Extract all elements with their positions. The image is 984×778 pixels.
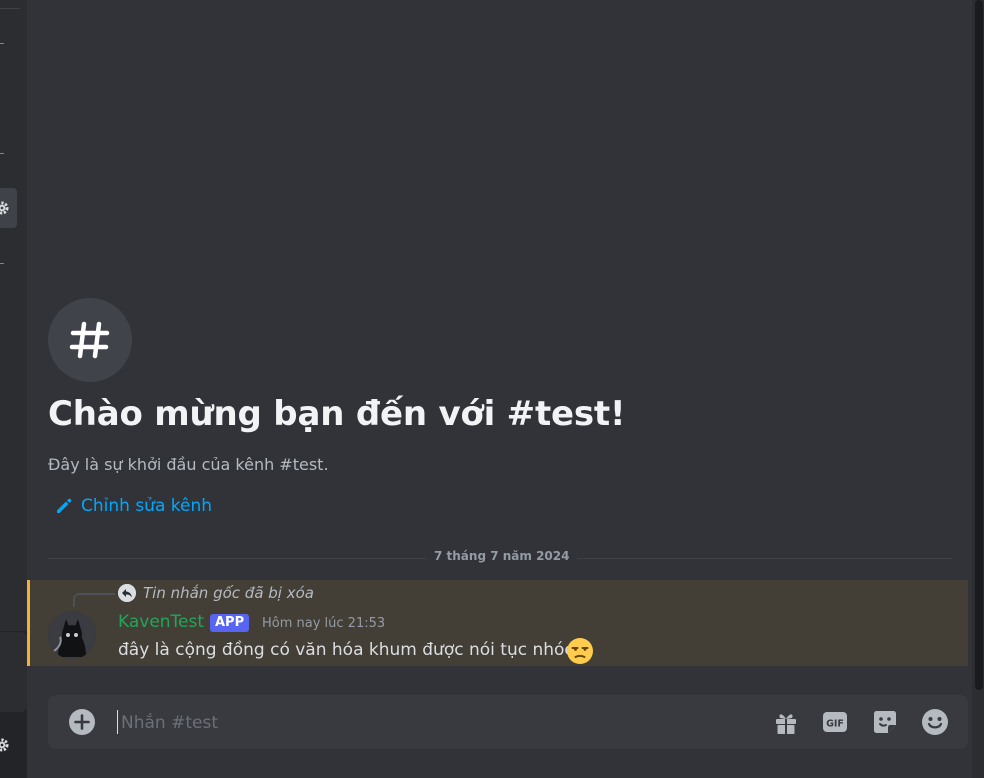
channel-welcome-subtitle: Đây là sự khởi đầu của kênh #test. xyxy=(48,455,329,474)
hash-icon xyxy=(69,321,110,359)
unamused-face-emoji xyxy=(567,638,593,664)
gif-label: GIF xyxy=(826,719,844,730)
pencil-icon xyxy=(57,498,72,513)
sidebar-marker xyxy=(0,153,4,154)
smile-icon[interactable] xyxy=(921,708,949,736)
plus-circle-icon[interactable] xyxy=(68,708,96,736)
voice-panel-edge xyxy=(0,632,27,712)
edit-channel-label: Chỉnh sửa kênh xyxy=(81,496,213,516)
edit-channel-link[interactable]: Chỉnh sửa kênh xyxy=(55,496,212,516)
sidebar-divider xyxy=(0,8,20,9)
gear-icon[interactable] xyxy=(0,737,10,753)
date-divider-label: 7 tháng 7 năm 2024 xyxy=(426,549,578,563)
channel-hero-badge xyxy=(48,298,132,382)
sidebar-marker xyxy=(0,263,4,264)
avatar[interactable] xyxy=(48,611,96,659)
sidebar-marker xyxy=(0,43,4,44)
reply-icon xyxy=(118,584,136,602)
mention-highlight-bar xyxy=(27,580,30,666)
text-caret xyxy=(117,710,118,734)
sticker-icon[interactable] xyxy=(871,708,899,736)
message-timestamp: Hôm nay lúc 21:53 xyxy=(262,616,386,631)
scrollbar-thumb[interactable] xyxy=(975,0,983,690)
gear-icon[interactable] xyxy=(0,200,10,216)
message-author[interactable]: KavenTest xyxy=(118,612,204,632)
gift-icon[interactable] xyxy=(772,708,800,736)
app-badge: APP xyxy=(210,614,250,632)
reply-spine xyxy=(73,593,115,607)
channel-welcome-title: Chào mừng bạn đến với #test! xyxy=(48,394,626,434)
message-content: đây là cộng đồng có văn hóa khum được nó… xyxy=(118,640,575,660)
reply-preview-text[interactable]: Tin nhắn gốc đã bị xóa xyxy=(143,584,314,602)
channel-sidebar-edge xyxy=(0,0,27,778)
message-input[interactable] xyxy=(119,704,723,742)
gif-icon[interactable]: GIF xyxy=(821,708,849,736)
sidebar-item-active[interactable] xyxy=(0,188,17,228)
